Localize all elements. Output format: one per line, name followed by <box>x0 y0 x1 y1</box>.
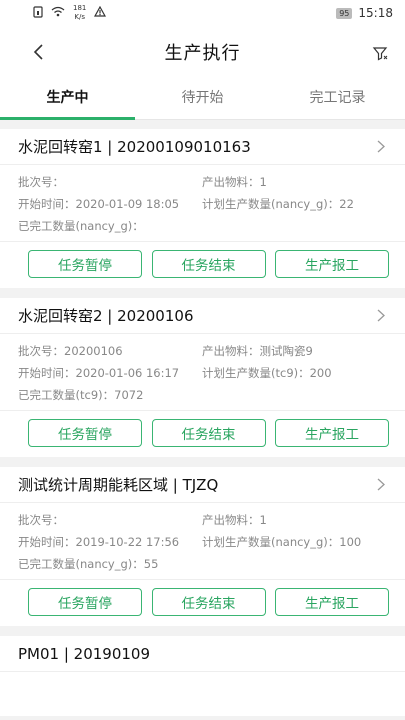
planned-quantity: 计划生产数量(nancy_g)：22 <box>202 197 354 211</box>
tab-completed-records[interactable]: 完工记录 <box>270 78 405 119</box>
completed-quantity: 已完工数量(nancy_g)：55 <box>18 557 159 571</box>
task-details: 批次号： 产出物料：1 开始时间：2019-10-22 17:56 计划生产数量… <box>0 503 405 579</box>
batch-number: 批次号： <box>18 513 64 527</box>
task-card: 水泥回转窑2 | 20200106 批次号：20200106 产出物料：测试陶瓷… <box>0 298 405 457</box>
speed-value: 181 <box>73 4 87 12</box>
warning-icon <box>94 5 107 20</box>
output-material: 产出物料：1 <box>202 175 267 189</box>
task-card: 水泥回转窑1 | 20200109010163 批次号： 产出物料：1 开始时间… <box>0 129 405 288</box>
task-list: 水泥回转窑1 | 20200109010163 批次号： 产出物料：1 开始时间… <box>0 120 405 716</box>
status-bar: 181 K/s 95 15:18 <box>0 0 405 26</box>
chevron-left-icon <box>33 44 43 60</box>
wifi-icon <box>51 6 65 20</box>
navbar: 生产执行 <box>0 26 405 78</box>
report-production-button[interactable]: 生产报工 <box>275 419 389 447</box>
clock: 15:18 <box>358 6 393 20</box>
sim-icon <box>33 5 43 21</box>
completed-quantity: 已完工数量(tc9)：7072 <box>18 388 144 402</box>
task-actions: 任务暂停 任务结束 生产报工 <box>0 579 405 626</box>
end-task-button[interactable]: 任务结束 <box>151 588 266 616</box>
task-actions: 任务暂停 任务结束 生产报工 <box>0 410 405 457</box>
batch-number: 批次号：20200106 <box>18 344 123 358</box>
report-production-button[interactable]: 生产报工 <box>275 250 389 278</box>
page-title: 生产执行 <box>164 43 241 64</box>
chevron-right-icon <box>373 308 389 324</box>
speed-unit: K/s <box>74 13 85 21</box>
task-card: PM01 | 20190109 <box>0 636 405 716</box>
task-title: 测试统计周期能耗区域 | TJZQ <box>18 476 219 494</box>
task-details: 批次号： 产出物料：1 开始时间：2020-01-09 18:05 计划生产数量… <box>0 165 405 241</box>
tab-bar: 生产中 待开始 完工记录 <box>0 78 405 120</box>
task-details: 批次号：20200106 产出物料：测试陶瓷9 开始时间：2020-01-06 … <box>0 334 405 410</box>
chevron-right-icon <box>373 139 389 155</box>
task-card-header[interactable]: 水泥回转窑1 | 20200109010163 <box>0 129 405 165</box>
network-speed: 181 K/s <box>73 4 86 22</box>
chevron-right-icon <box>373 477 389 493</box>
task-card-header[interactable]: 测试统计周期能耗区域 | TJZQ <box>0 467 405 503</box>
end-task-button[interactable]: 任务结束 <box>151 250 266 278</box>
task-card: 测试统计周期能耗区域 | TJZQ 批次号： 产出物料：1 开始时间：2019-… <box>0 467 405 626</box>
completed-quantity: 已完工数量(nancy_g)： <box>18 219 144 233</box>
start-time: 开始时间：2020-01-09 18:05 <box>18 197 180 211</box>
task-card-header[interactable]: 水泥回转窑2 | 20200106 <box>0 298 405 334</box>
pause-task-button[interactable]: 任务暂停 <box>28 588 142 616</box>
batch-number: 批次号： <box>18 175 64 189</box>
tab-in-production[interactable]: 生产中 <box>0 78 135 120</box>
task-title: PM01 | 20190109 <box>18 644 151 663</box>
battery-icon: 95 <box>336 7 353 19</box>
output-material: 产出物料：测试陶瓷9 <box>202 344 313 358</box>
output-material: 产出物料：1 <box>202 513 267 527</box>
filter-icon <box>372 47 388 61</box>
start-time: 开始时间：2020-01-06 16:17 <box>18 366 180 380</box>
start-time: 开始时间：2019-10-22 17:56 <box>18 535 180 549</box>
end-task-button[interactable]: 任务结束 <box>151 419 266 447</box>
report-production-button[interactable]: 生产报工 <box>275 588 389 616</box>
task-card-header[interactable]: PM01 | 20190109 <box>0 636 405 672</box>
pause-task-button[interactable]: 任务暂停 <box>28 250 142 278</box>
task-title: 水泥回转窑1 | 20200109010163 <box>18 138 251 156</box>
planned-quantity: 计划生产数量(nancy_g)：100 <box>202 535 362 549</box>
task-actions: 任务暂停 任务结束 生产报工 <box>0 241 405 288</box>
pause-task-button[interactable]: 任务暂停 <box>28 419 142 447</box>
tab-pending[interactable]: 待开始 <box>135 78 270 119</box>
filter-button[interactable] <box>369 42 391 64</box>
back-button[interactable] <box>26 40 50 64</box>
planned-quantity: 计划生产数量(tc9)：200 <box>202 366 332 380</box>
task-title: 水泥回转窑2 | 20200106 <box>18 307 194 325</box>
